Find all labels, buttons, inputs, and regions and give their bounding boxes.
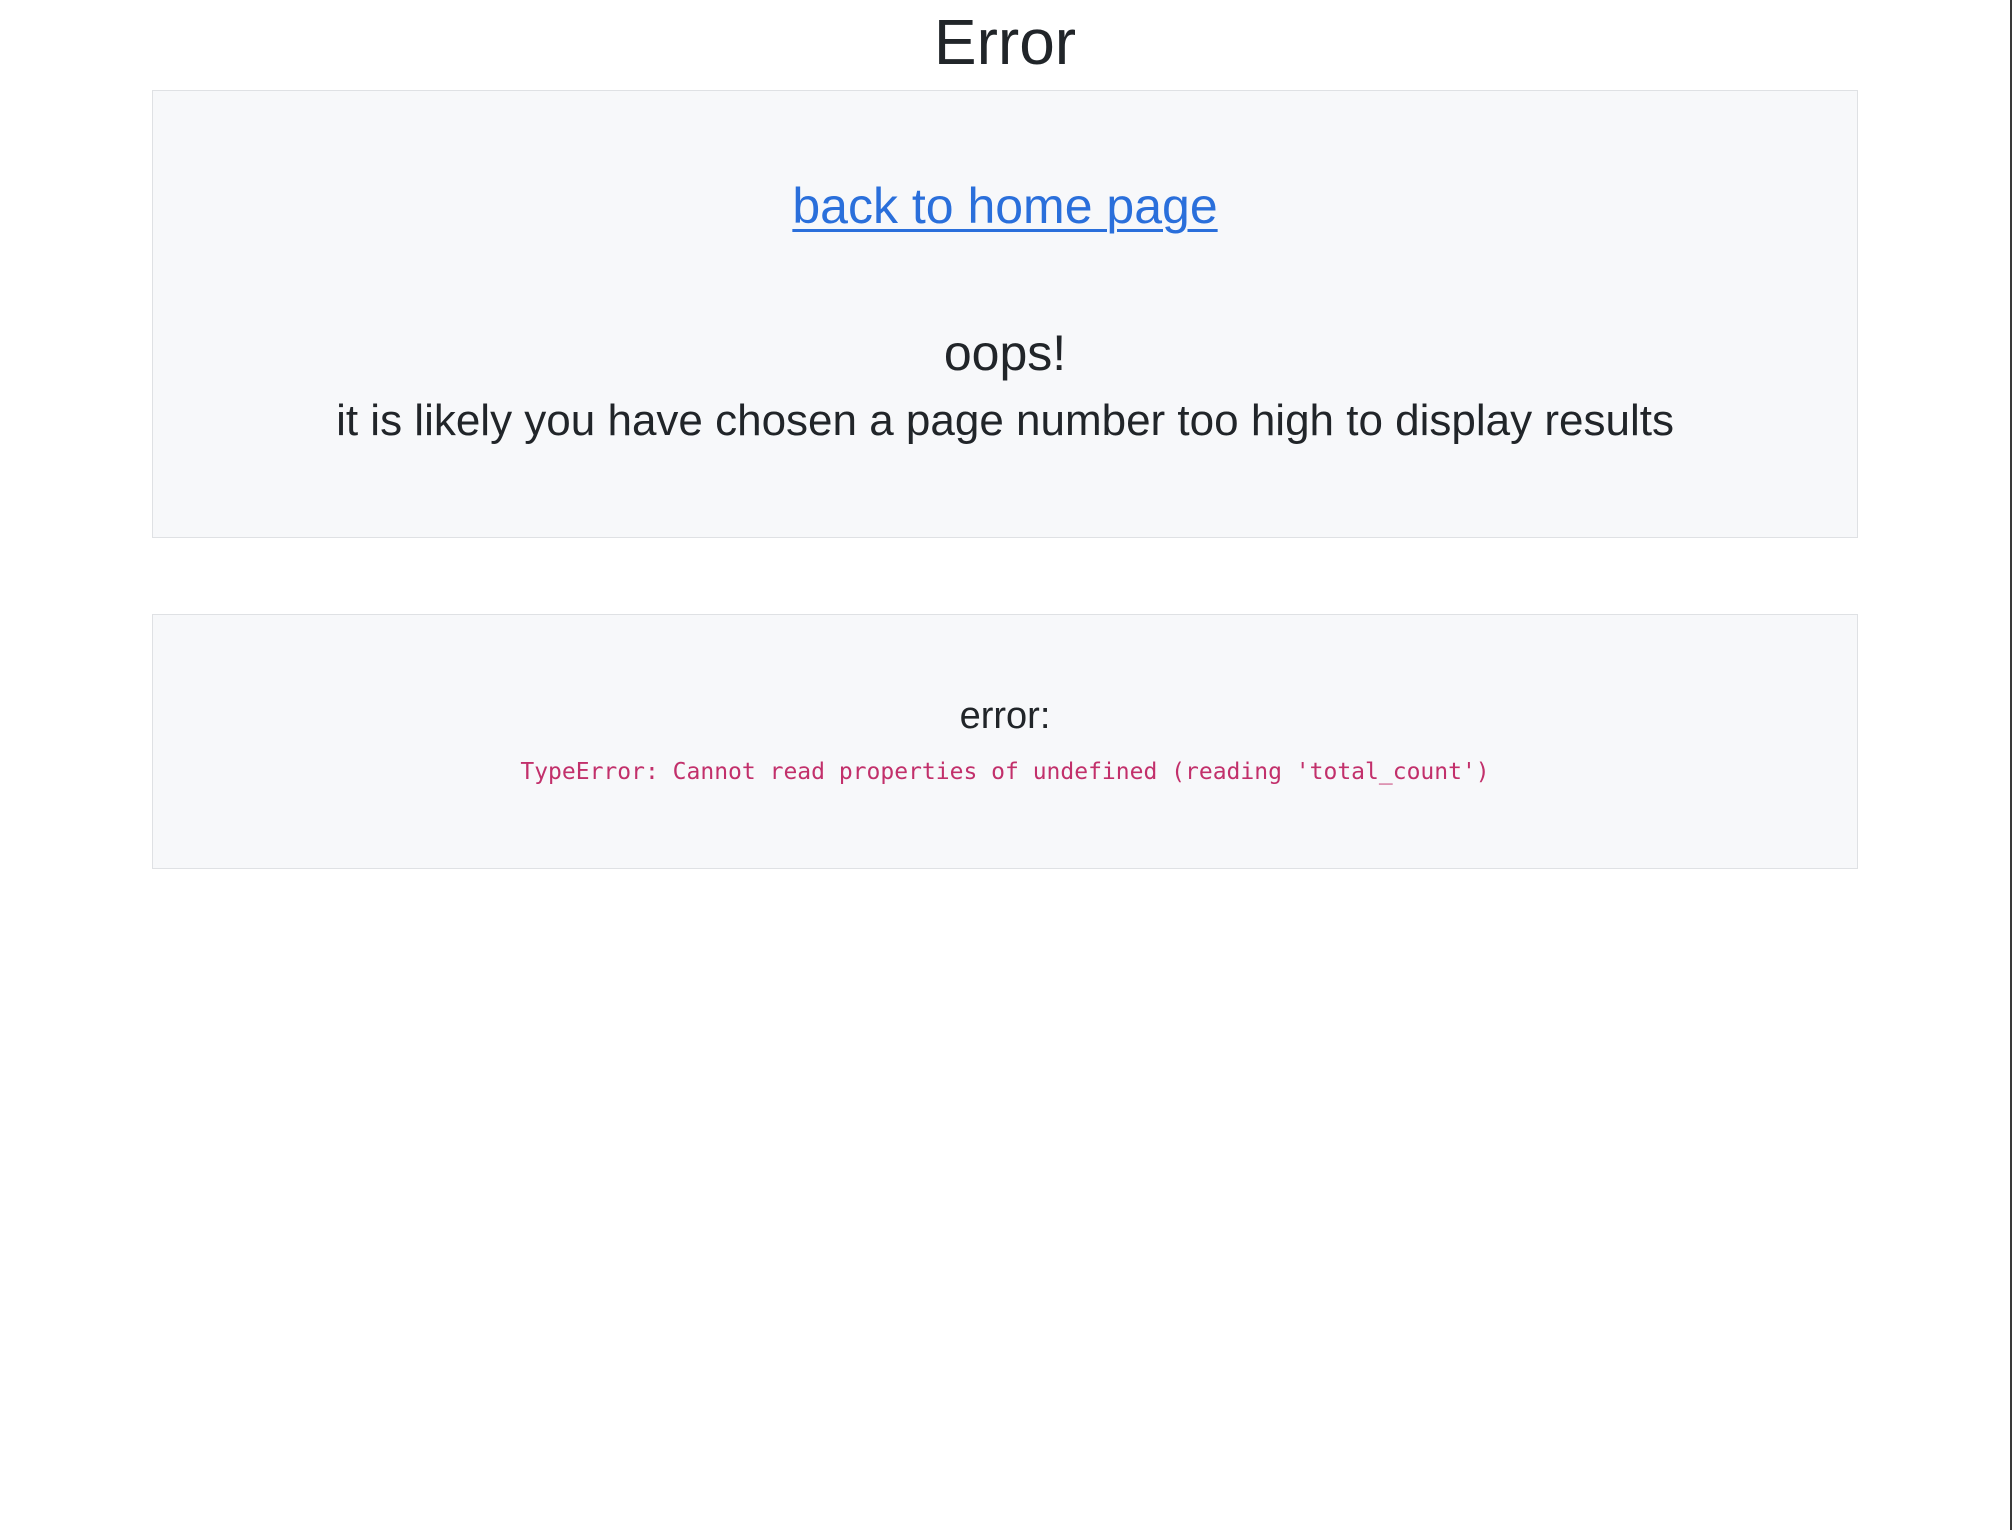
back-to-home-link[interactable]: back to home page [153, 171, 1857, 241]
oops-heading: oops! [943, 325, 1067, 381]
error-details-panel: error: TypeError: Cannot read properties… [152, 614, 1858, 869]
window-right-edge [2010, 0, 2012, 1530]
error-message-code: TypeError: Cannot read properties of und… [520, 759, 1490, 785]
oops-panel: back to home page oops! it is likely you… [152, 90, 1858, 538]
page-title: Error [933, 6, 1077, 78]
error-heading: error: [959, 695, 1051, 737]
oops-message: it is likely you have chosen a page numb… [336, 396, 1674, 445]
